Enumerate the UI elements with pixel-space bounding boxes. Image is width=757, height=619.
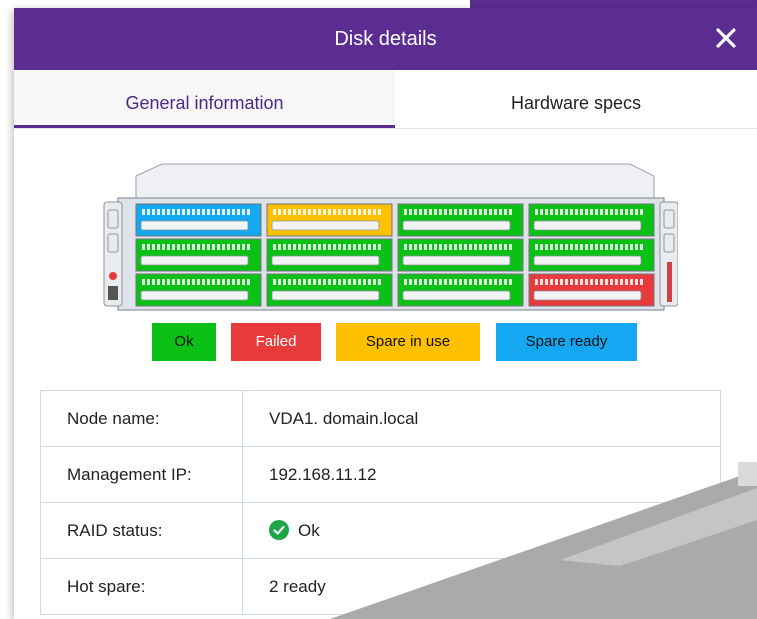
table-row: Node name: VDA1. domain.local (40, 390, 721, 447)
drive-bay-ok (397, 273, 524, 307)
management-ip-label: Management IP: (40, 446, 243, 503)
table-row: RAID status: Ok (40, 502, 721, 559)
tab-hardware-specs[interactable]: Hardware specs (395, 70, 757, 128)
server-chassis-illustration (103, 163, 678, 311)
close-button[interactable] (709, 21, 743, 55)
raid-status-cell: Ok (242, 502, 721, 559)
management-ip-value: 192.168.11.12 (242, 446, 721, 503)
drive-bay-spare-ready (135, 203, 262, 237)
table-row: Management IP: 192.168.11.12 (40, 446, 721, 503)
dialog-title: Disk details (334, 28, 437, 50)
node-name-value: VDA1. domain.local (242, 390, 721, 447)
legend-failed: Failed (231, 323, 321, 361)
drive-bay-ok (528, 238, 655, 272)
drive-bay-ok (266, 273, 393, 307)
check-circle-icon (269, 520, 289, 540)
drive-bay-ok (397, 203, 524, 237)
legend-spare-in-use: Spare in use (336, 323, 480, 361)
table-row: Hot spare: 2 ready (40, 558, 721, 615)
disk-info-table: Node name: VDA1. domain.local Management… (40, 390, 721, 615)
legend-ok: Ok (152, 323, 216, 361)
drive-bay-failed (528, 273, 655, 307)
drive-bay-spare-in-use (266, 203, 393, 237)
close-icon (716, 28, 736, 48)
drive-bay-ok (135, 273, 262, 307)
legend-spare-ready: Spare ready (496, 323, 637, 361)
disk-status-legend: Ok Failed Spare in use Spare ready (138, 323, 638, 361)
hot-spare-label: Hot spare: (40, 558, 243, 615)
drive-bay-ok (135, 238, 262, 272)
drive-bay-ok (528, 203, 655, 237)
node-name-label: Node name: (40, 390, 243, 447)
raid-status-label: RAID status: (40, 502, 243, 559)
drive-bay-ok (266, 238, 393, 272)
drive-bay-ok (397, 238, 524, 272)
dialog-header: Disk details (14, 8, 757, 70)
tab-general-information[interactable]: General information (14, 70, 395, 128)
tab-bar: General information Hardware specs (14, 70, 757, 129)
hot-spare-value: 2 ready (242, 558, 721, 615)
raid-status-value: Ok (298, 521, 320, 540)
